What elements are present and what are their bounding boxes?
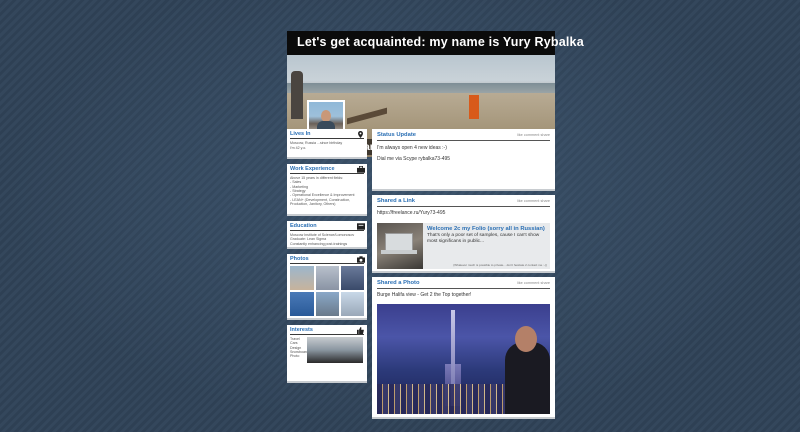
card-title: Photos bbox=[290, 256, 309, 262]
post-actions[interactable]: like comment share bbox=[517, 199, 550, 203]
education-card: Education Moscow Institute of Science/Lo… bbox=[287, 221, 367, 249]
card-title: Lives In bbox=[290, 131, 311, 137]
thumbs-up-icon bbox=[357, 327, 364, 334]
cover-sea bbox=[287, 83, 555, 93]
profile-header: Let's get acquainted: my name is Yury Ry… bbox=[287, 31, 584, 55]
map-pin-icon bbox=[357, 131, 364, 138]
card-title: Work Experience bbox=[290, 166, 335, 172]
lives-in-card: Lives In Moscow, Russia ...since birthda… bbox=[287, 129, 367, 159]
shared-photo[interactable] bbox=[377, 304, 550, 414]
work-line: Production, Janitory, Others) bbox=[290, 201, 336, 206]
shared-link-card: Shared a Link like comment share https:/… bbox=[372, 195, 555, 273]
divider bbox=[377, 288, 550, 289]
photo-thumb[interactable] bbox=[341, 266, 364, 290]
interest-item: Photo bbox=[290, 354, 300, 359]
card-title: Interests bbox=[290, 327, 313, 333]
person-body bbox=[505, 342, 550, 414]
card-title: Education bbox=[290, 223, 317, 229]
work-experience-card: Work Experience Above 15 years in differ… bbox=[287, 164, 367, 216]
photos-card: Photos bbox=[287, 254, 367, 320]
photo-thumb[interactable] bbox=[341, 292, 364, 316]
profile-page: Let's get acquainted: my name is Yury Ry… bbox=[287, 31, 584, 421]
link-description: That's only a poor set of samples, cause… bbox=[427, 233, 540, 244]
photo-caption: Burge Halifa view - Get 2 the Top togeth… bbox=[377, 292, 472, 298]
interests-card: Interests Travel Cars Design Snowboardin… bbox=[287, 325, 367, 383]
photo-thumb[interactable] bbox=[290, 292, 314, 316]
briefcase-icon bbox=[357, 165, 365, 173]
divider bbox=[377, 206, 550, 207]
status-text: I'm always open 4 new ideas :-) bbox=[377, 145, 447, 151]
link-thumbnail bbox=[377, 223, 423, 269]
photo-thumb[interactable] bbox=[316, 266, 339, 290]
card-title: Shared a Link bbox=[377, 198, 416, 204]
card-title: Status Update bbox=[377, 132, 416, 138]
status-text: Dial me via Scype rybalka73-495 bbox=[377, 156, 451, 162]
page-title: Let's get acquainted: my name is Yury Ry… bbox=[297, 35, 584, 49]
photo-thumb[interactable] bbox=[290, 266, 314, 290]
link-preview[interactable]: Welcome 2c my Folio (sorry all in Russia… bbox=[377, 223, 550, 269]
status-update-card: Status Update like comment share I'm alw… bbox=[372, 129, 555, 191]
cover-bin bbox=[469, 95, 479, 119]
graduation-icon bbox=[357, 223, 365, 230]
shared-url[interactable]: https://freelance.ru/Yury73-495 bbox=[377, 210, 445, 216]
photo-thumb[interactable] bbox=[316, 292, 339, 316]
post-actions[interactable]: like comment share bbox=[517, 281, 550, 285]
post-actions[interactable]: like comment share bbox=[517, 133, 550, 137]
camera-icon bbox=[357, 256, 365, 263]
laptop-icon bbox=[385, 233, 413, 251]
card-title: Shared a Photo bbox=[377, 280, 420, 286]
divider bbox=[290, 334, 364, 335]
shared-photo-card: Shared a Photo like comment share Burge … bbox=[372, 277, 555, 419]
person-head bbox=[515, 326, 537, 352]
divider bbox=[290, 173, 364, 174]
link-footnote: (Whatever much is possible to private...… bbox=[453, 263, 547, 267]
link-title[interactable]: Welcome 2c my Folio (sorry all in Russia… bbox=[427, 226, 545, 232]
cover-person bbox=[291, 71, 303, 119]
divider bbox=[290, 230, 364, 231]
divider bbox=[290, 263, 364, 264]
laptop-base bbox=[381, 250, 417, 254]
divider bbox=[377, 140, 550, 141]
interest-photo[interactable] bbox=[307, 337, 363, 363]
divider bbox=[290, 138, 364, 139]
lives-in-line: I'm 42 y.o. bbox=[290, 145, 307, 150]
education-line: Constantly enhancing post-trainings bbox=[290, 241, 348, 246]
